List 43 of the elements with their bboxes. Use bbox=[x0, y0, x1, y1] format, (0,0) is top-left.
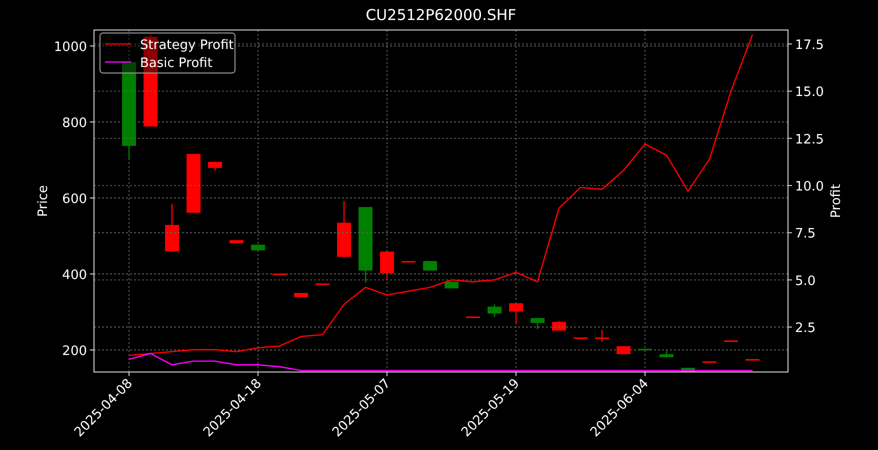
profit-tick-label: 7.5 bbox=[795, 226, 816, 242]
profit-tick-label: 17.5 bbox=[795, 38, 824, 53]
candlestick bbox=[316, 283, 330, 285]
candlestick bbox=[208, 162, 222, 171]
price-tick-label: 800 bbox=[62, 116, 87, 131]
candlestick bbox=[530, 318, 545, 330]
candlestick bbox=[380, 252, 394, 279]
candlestick bbox=[746, 359, 760, 361]
profit-tick-label: 2.5 bbox=[795, 321, 816, 336]
candlestick bbox=[702, 361, 717, 363]
candlestick bbox=[230, 240, 244, 244]
candlestick bbox=[294, 292, 308, 298]
price-tick-label: 600 bbox=[62, 192, 87, 207]
candlestick bbox=[251, 244, 266, 250]
axis-label: Price bbox=[36, 185, 51, 217]
candlestick bbox=[186, 154, 201, 213]
candlestick bbox=[337, 201, 352, 257]
legend-label: Basic Profit bbox=[140, 56, 212, 71]
profit-tick-label: 15.0 bbox=[795, 85, 824, 100]
candlestick bbox=[616, 346, 631, 354]
candlestick bbox=[595, 330, 610, 342]
profit-tick-label: 5.0 bbox=[795, 274, 816, 289]
candlestick bbox=[488, 304, 502, 317]
candlestick bbox=[660, 350, 674, 358]
candlestick bbox=[638, 348, 652, 350]
price-tick-label: 400 bbox=[62, 268, 87, 283]
candlestick bbox=[574, 337, 588, 339]
axis-label: Profit bbox=[829, 184, 844, 218]
candlestick bbox=[272, 274, 287, 276]
candlestick bbox=[681, 368, 696, 372]
candlestick bbox=[724, 340, 738, 342]
profit-tick-label: 12.5 bbox=[795, 132, 824, 148]
chart-title: CU2512P62000.SHF bbox=[366, 6, 516, 24]
profit-tick-label: 10.0 bbox=[795, 180, 824, 195]
price-tick-label: 1000 bbox=[54, 40, 87, 55]
legend-label: Strategy Profit bbox=[140, 38, 234, 53]
candlestick bbox=[165, 204, 180, 252]
candlestick bbox=[466, 316, 480, 318]
candlestick bbox=[402, 261, 416, 263]
candlestick bbox=[423, 261, 438, 271]
price-tick-label: 200 bbox=[62, 344, 87, 359]
candlestick bbox=[444, 282, 459, 288]
candlestick bbox=[509, 303, 524, 324]
